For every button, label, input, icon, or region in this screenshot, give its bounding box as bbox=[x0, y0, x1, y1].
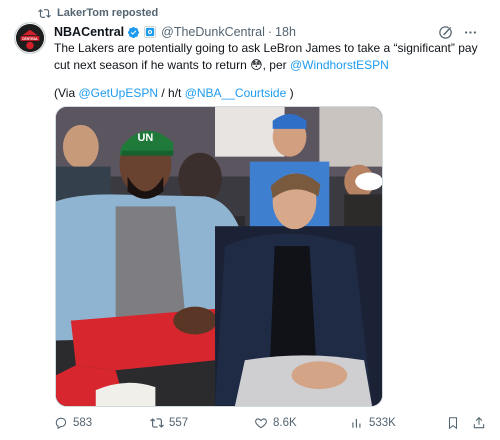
tweet-body: The Lakers are potentially going to ask … bbox=[54, 40, 484, 73]
repost-indicator[interactable]: LakerTom reposted bbox=[38, 5, 158, 21]
bookmark-icon bbox=[448, 417, 458, 430]
separator-dot: · bbox=[267, 25, 273, 39]
author-handle[interactable]: @TheDunkCentral bbox=[161, 25, 265, 39]
affiliate-badge-icon[interactable] bbox=[144, 26, 157, 38]
heart-icon bbox=[255, 418, 267, 429]
reply-button[interactable]: 583 bbox=[54, 416, 92, 430]
mention-windhorst[interactable]: @WindhorstESPN bbox=[290, 58, 389, 72]
tweet-body-text: The Lakers are potentially going to ask … bbox=[54, 41, 478, 72]
mention-courtside[interactable]: @NBA__Courtside bbox=[185, 86, 287, 100]
like-button[interactable]: 8.6K bbox=[254, 416, 297, 430]
reply-icon bbox=[55, 417, 67, 430]
repost-label: LakerTom reposted bbox=[57, 7, 159, 19]
tweet-credit: (Via @GetUpESPN / h/t @NBA__Courtside ) bbox=[54, 85, 484, 102]
author-avatar[interactable]: CENTRAL bbox=[14, 22, 46, 54]
avatar-logo: CENTRAL bbox=[15, 23, 45, 53]
repost-icon bbox=[38, 8, 51, 18]
bookmark-button[interactable] bbox=[446, 416, 460, 430]
repost-button[interactable]: 557 bbox=[150, 416, 188, 430]
retweet-icon bbox=[150, 418, 164, 428]
tweet-action-bar: 583 557 8.6K 533K bbox=[54, 414, 486, 432]
mention-getup[interactable]: @GetUpESPN bbox=[78, 86, 158, 100]
tweet-timestamp[interactable]: 18h bbox=[275, 25, 296, 39]
courtside-photo: UN bbox=[56, 107, 382, 406]
ht-text: / h/t bbox=[158, 86, 185, 100]
tweet-media-photo[interactable]: UN bbox=[55, 106, 383, 407]
verified-badge-icon[interactable] bbox=[127, 26, 140, 39]
grok-icon[interactable] bbox=[438, 25, 453, 40]
via-prefix: (Via bbox=[54, 86, 79, 100]
views-button[interactable]: 533K bbox=[350, 416, 396, 430]
tweet-text: The Lakers are potentially going to ask … bbox=[54, 40, 484, 102]
cap-logo-text: UN bbox=[138, 132, 154, 144]
share-button[interactable] bbox=[472, 416, 486, 430]
like-count: 8.6K bbox=[273, 417, 297, 429]
repost-count: 557 bbox=[169, 417, 189, 429]
avatar-text: CENTRAL bbox=[22, 37, 38, 41]
via-suffix: ) bbox=[286, 86, 294, 100]
views-count: 533K bbox=[369, 417, 396, 429]
share-icon bbox=[473, 417, 485, 429]
author-display-name[interactable]: NBACentral bbox=[54, 25, 124, 39]
views-chart-icon bbox=[352, 418, 361, 428]
tweet-header: NBACentral @TheDunkCentral · 18h bbox=[54, 23, 478, 41]
reply-count: 583 bbox=[73, 417, 93, 429]
more-options-icon[interactable] bbox=[463, 25, 478, 40]
